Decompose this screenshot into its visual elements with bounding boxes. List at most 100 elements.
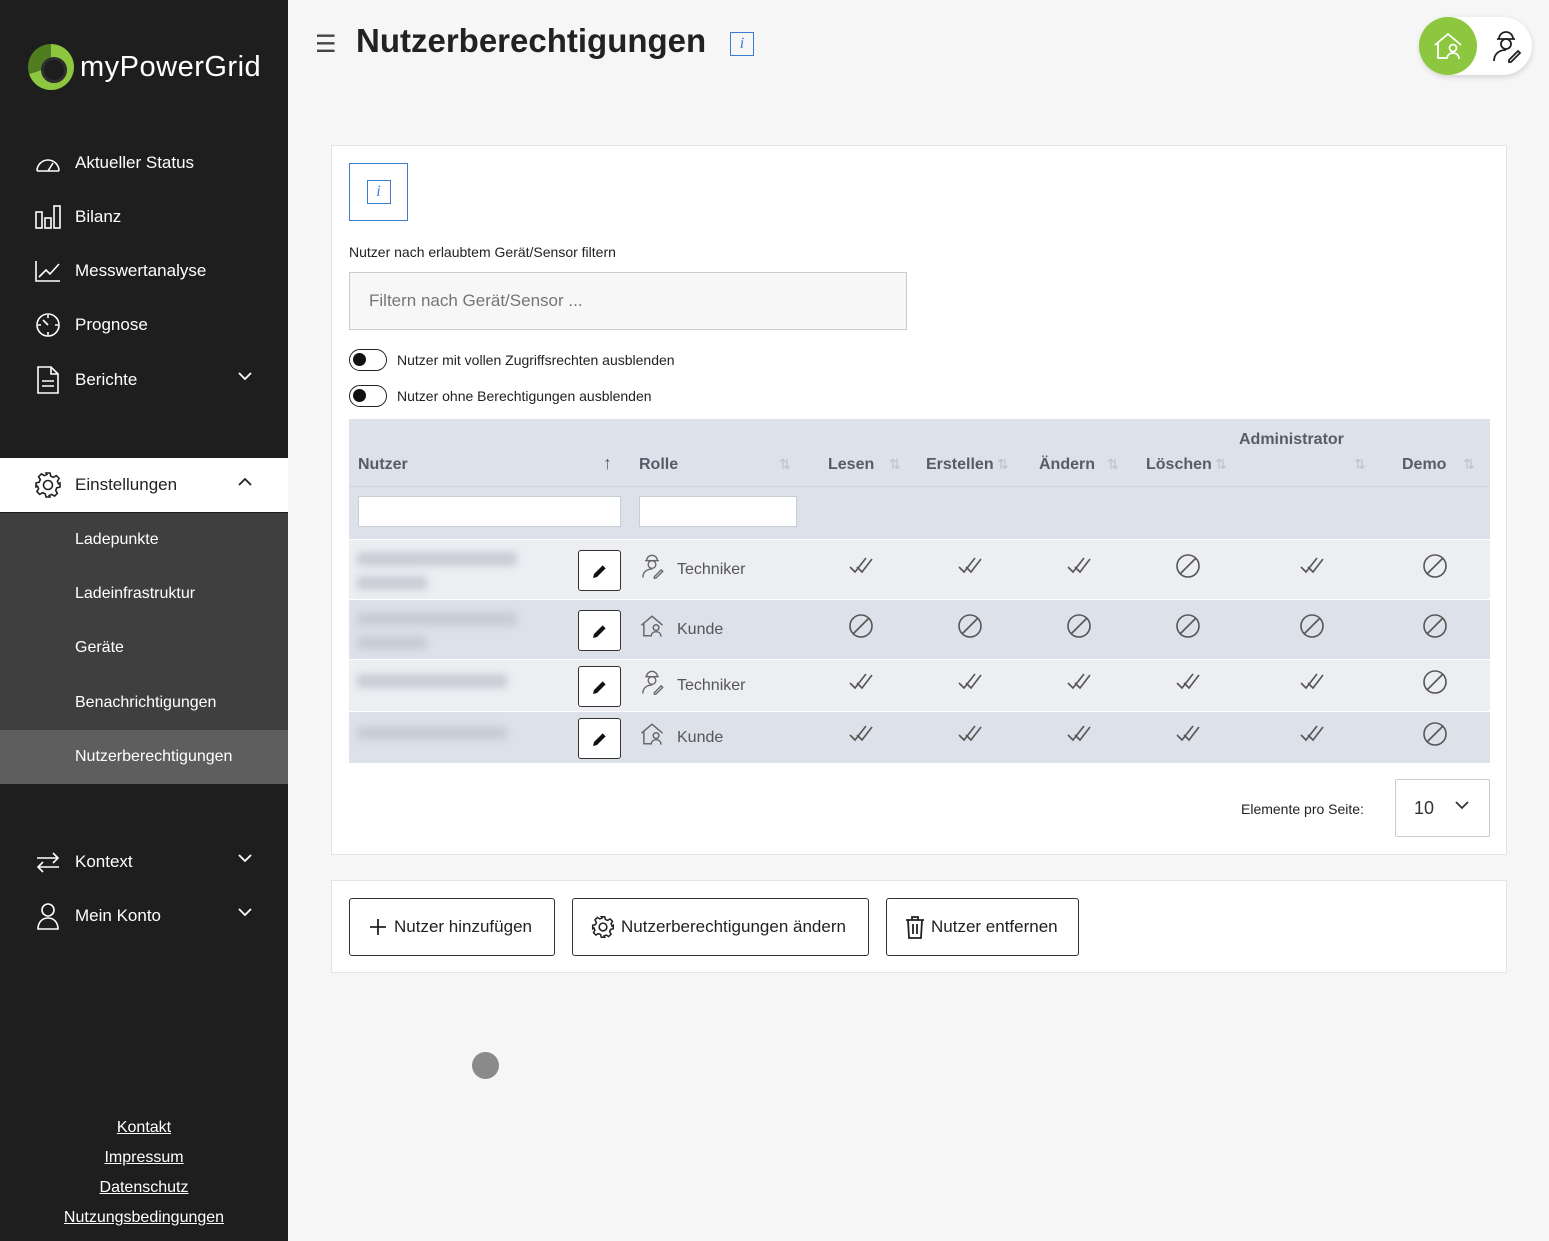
sort-icon[interactable]: ⇅ xyxy=(1215,456,1227,473)
denied-icon-delete xyxy=(1174,612,1202,640)
brand-name: myPowerGrid xyxy=(80,50,262,83)
sort-icon[interactable]: ⇅ xyxy=(997,456,1009,473)
user-detail-redacted xyxy=(357,636,427,650)
sort-icon[interactable]: ⇅ xyxy=(1354,456,1366,473)
check-icon-admin xyxy=(1298,668,1326,696)
hamburger-menu-icon[interactable]: ☰ xyxy=(315,30,337,59)
edit-user-button[interactable] xyxy=(578,666,621,707)
toggle-switch[interactable] xyxy=(349,385,387,407)
user-name-redacted xyxy=(357,552,517,566)
technician-view-button[interactable] xyxy=(1488,28,1524,64)
sidebar-subitem-benachrichtigungen[interactable]: Benachrichtigungen xyxy=(0,676,288,730)
sidebar-subitem-nutzerberechtigungen[interactable]: Nutzerberechtigungen xyxy=(0,730,288,784)
sidebar-subitem-ladepunkte[interactable]: Ladepunkte xyxy=(0,513,288,567)
user-name-redacted xyxy=(357,612,517,626)
user-name-redacted xyxy=(357,674,507,688)
page-size-select[interactable]: 10 xyxy=(1395,779,1490,837)
chevron-down-icon xyxy=(238,372,252,381)
denied-icon-demo xyxy=(1421,552,1449,580)
column-header-demo[interactable]: Demo xyxy=(1402,456,1446,474)
edit-user-button[interactable] xyxy=(578,550,621,591)
denied-icon-demo xyxy=(1421,720,1449,748)
remove-user-button[interactable]: Nutzer entfernen xyxy=(886,898,1079,956)
gear-icon xyxy=(591,915,615,939)
table-row[interactable]: Kunde xyxy=(349,599,1490,659)
change-permissions-button[interactable]: Nutzerberechtigungen ändern xyxy=(572,898,869,956)
toggle-switch[interactable] xyxy=(349,349,387,371)
sidebar-subitem-geraete[interactable]: Geräte xyxy=(0,621,288,675)
edit-user-button[interactable] xyxy=(578,610,621,651)
column-header-create[interactable]: Erstellen xyxy=(926,456,994,474)
table-row[interactable]: Kunde xyxy=(349,711,1490,763)
sidebar-item-kontext[interactable]: Kontext xyxy=(0,835,288,889)
denied-icon-demo xyxy=(1421,612,1449,640)
sort-ascending-icon[interactable]: ↑ xyxy=(603,453,612,474)
info-icon[interactable]: i xyxy=(730,32,754,56)
customer-view-button[interactable] xyxy=(1419,17,1477,75)
sidebar-item-mein-konto[interactable]: Mein Konto xyxy=(0,889,288,943)
column-header-read[interactable]: Lesen xyxy=(828,456,874,474)
change-permissions-label: Nutzerberechtigungen ändern xyxy=(621,917,846,936)
edit-user-button[interactable] xyxy=(578,718,621,759)
add-user-button[interactable]: Nutzer hinzufügen xyxy=(349,898,555,956)
column-header-delete[interactable]: Löschen xyxy=(1146,456,1212,474)
user-column-filter[interactable] xyxy=(358,496,621,527)
sort-icon[interactable]: ⇅ xyxy=(1107,456,1119,473)
bar-chart-icon xyxy=(33,202,63,232)
sidebar-item-bilanz[interactable]: Bilanz xyxy=(0,190,288,244)
role-label: Techniker xyxy=(677,677,746,694)
sidebar-item-messwertanalyse[interactable]: Messwertanalyse xyxy=(0,244,288,298)
sidebar-item-prognose[interactable]: Prognose xyxy=(0,298,288,352)
brand-logo[interactable]: myPowerGrid xyxy=(28,44,261,90)
add-user-label: Nutzer hinzufügen xyxy=(394,917,532,936)
sidebar: myPowerGrid Aktueller Status Bilanz Mess… xyxy=(0,0,288,1241)
swap-arrows-icon xyxy=(33,847,63,877)
remove-user-label: Nutzer entfernen xyxy=(931,917,1058,936)
sort-icon[interactable]: ⇅ xyxy=(779,456,791,473)
power-grid-logo-icon xyxy=(28,44,74,90)
column-header-admin[interactable]: Administrator xyxy=(1239,431,1344,449)
toggle-label: Nutzer ohne Berechtigungen ausblenden xyxy=(397,388,652,404)
gauge-icon xyxy=(33,148,63,178)
sidebar-item-label: Kontext xyxy=(75,852,133,871)
footer-link-nutzungsbedingungen[interactable]: Nutzungsbedingungen xyxy=(0,1203,288,1233)
sidebar-item-label: Prognose xyxy=(75,315,148,334)
customer-house-icon xyxy=(639,721,665,747)
toggle-hide-full-access[interactable]: Nutzer mit vollen Zugriffsrechten ausble… xyxy=(349,349,675,371)
line-chart-icon xyxy=(33,256,63,286)
sidebar-item-status[interactable]: Aktueller Status xyxy=(0,136,288,190)
sidebar-item-berichte[interactable]: Berichte xyxy=(0,353,288,407)
footer-link-impressum[interactable]: Impressum xyxy=(0,1143,288,1173)
check-icon-edit xyxy=(1065,552,1093,580)
sidebar-item-label: Messwertanalyse xyxy=(75,261,207,280)
pencil-icon xyxy=(592,732,606,746)
column-header-edit[interactable]: Ändern xyxy=(1039,456,1095,474)
footer-link-kontakt[interactable]: Kontakt xyxy=(0,1113,288,1143)
chevron-down-icon xyxy=(238,908,252,917)
check-icon-admin xyxy=(1298,552,1326,580)
plus-icon xyxy=(370,919,386,935)
technician-icon xyxy=(639,553,665,579)
device-filter-input[interactable] xyxy=(349,272,907,330)
role-column-filter[interactable] xyxy=(639,496,797,527)
footer-links: Kontakt Impressum Datenschutz Nutzungsbe… xyxy=(0,1113,288,1233)
sidebar-subitem-ladeinfrastruktur[interactable]: Ladeinfrastruktur xyxy=(0,567,288,621)
column-header-user[interactable]: Nutzer xyxy=(358,456,408,474)
page-size-value: 10 xyxy=(1414,797,1435,818)
clock-icon xyxy=(33,310,63,340)
table-row[interactable]: Techniker xyxy=(349,539,1490,599)
customer-house-icon xyxy=(639,613,665,639)
sort-icon[interactable]: ⇅ xyxy=(889,456,901,473)
sidebar-item-einstellungen[interactable]: Einstellungen xyxy=(0,458,288,512)
footer-link-datenschutz[interactable]: Datenschutz xyxy=(0,1173,288,1203)
page-size-label: Elemente pro Seite: xyxy=(1241,801,1364,817)
actions-card: Nutzer hinzufügen Nutzerberechtigungen ä… xyxy=(331,880,1507,973)
help-button[interactable]: i xyxy=(349,163,408,221)
sort-icon[interactable]: ⇅ xyxy=(1463,456,1475,473)
toggle-hide-no-permissions[interactable]: Nutzer ohne Berechtigungen ausblenden xyxy=(349,385,652,407)
permissions-card: i Nutzer nach erlaubtem Gerät/Sensor fil… xyxy=(331,145,1507,855)
sidebar-item-label: Bilanz xyxy=(75,207,122,226)
table-row[interactable]: Techniker xyxy=(349,659,1490,711)
column-header-role[interactable]: Rolle xyxy=(639,456,678,474)
check-icon-read xyxy=(847,720,875,748)
